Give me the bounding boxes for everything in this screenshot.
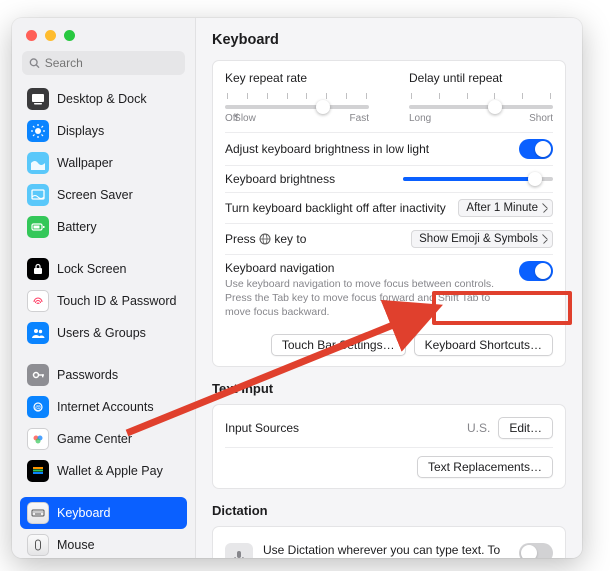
sidebar-item-lock-screen[interactable]: Lock Screen: [20, 253, 187, 285]
globe-key-select[interactable]: Show Emoji & Symbols: [411, 230, 553, 248]
globe-icon: [259, 233, 271, 245]
text-replacements-button[interactable]: Text Replacements…: [417, 456, 553, 478]
desktop-dock-icon: [27, 88, 49, 110]
maximize-button[interactable]: [64, 30, 75, 41]
dictation-toggle[interactable]: [519, 543, 553, 558]
text-input-card: Input Sources U.S. Edit… Text Replacemen…: [212, 404, 566, 489]
keyboard-icon: [27, 502, 49, 524]
internet-accounts-icon: @: [27, 396, 49, 418]
search-field[interactable]: [22, 51, 185, 75]
page-title: Keyboard: [212, 32, 566, 48]
sidebar-item-label: Game Center: [57, 432, 132, 446]
sidebar-item-label: Wallpaper: [57, 156, 113, 170]
sidebar-item-label: Wallet & Apple Pay: [57, 464, 163, 478]
screen-saver-icon: [27, 184, 49, 206]
delay-until-repeat-label: Delay until repeat: [409, 71, 553, 85]
sidebar-item-label: Mouse: [57, 538, 95, 552]
minimize-button[interactable]: [45, 30, 56, 41]
window-controls: [12, 18, 195, 51]
globe-key-label: Press key to: [225, 232, 306, 246]
sidebar-item-label: Battery: [57, 220, 97, 234]
wallpaper-icon: [27, 152, 49, 174]
sidebar-item-users-groups[interactable]: Users & Groups: [20, 317, 187, 349]
delay-until-repeat-group: Delay until repeat Long Short: [409, 71, 553, 124]
slider-tick-slow: Slow: [234, 113, 256, 124]
main-content[interactable]: Keyboard Key repeat rate Off Slow: [196, 18, 582, 558]
slider-tick-long: Long: [409, 113, 431, 124]
keyboard-brightness-slider[interactable]: [403, 177, 553, 181]
sidebar-item-game-center[interactable]: Game Center: [20, 423, 187, 455]
close-button[interactable]: [26, 30, 37, 41]
users-icon: [27, 322, 49, 344]
sidebar-item-label: Touch ID & Password: [57, 294, 177, 308]
sidebar-item-label: Internet Accounts: [57, 400, 154, 414]
sidebar-item-battery[interactable]: Battery: [20, 211, 187, 243]
svg-text:@: @: [35, 406, 41, 412]
input-sources-label: Input Sources: [225, 421, 299, 435]
backlight-off-label: Turn keyboard backlight off after inacti…: [225, 201, 446, 215]
keyboard-shortcuts-button[interactable]: Keyboard Shortcuts…: [414, 334, 553, 356]
delay-until-repeat-slider[interactable]: [409, 105, 553, 109]
microphone-icon: [225, 543, 253, 558]
input-sources-value: U.S.: [467, 421, 490, 435]
sidebar: Desktop & Dock Displays Wallpaper Screen…: [12, 18, 196, 558]
sidebar-item-desktop-dock[interactable]: Desktop & Dock: [20, 83, 187, 115]
sidebar-item-mouse[interactable]: Mouse: [20, 529, 187, 558]
sidebar-item-label: Displays: [57, 124, 104, 138]
sidebar-item-displays[interactable]: Displays: [20, 115, 187, 147]
sidebar-item-wallpaper[interactable]: Wallpaper: [20, 147, 187, 179]
auto-brightness-toggle[interactable]: [519, 139, 553, 159]
sidebar-item-label: Screen Saver: [57, 188, 133, 202]
slider-tick-fast: Fast: [350, 113, 369, 124]
mouse-icon: [27, 534, 49, 556]
keyboard-nav-label: Keyboard navigation: [225, 261, 499, 275]
sidebar-item-passwords[interactable]: Passwords: [20, 359, 187, 391]
slider-tick-short: Short: [529, 113, 553, 124]
key-repeat-rate-group: Key repeat rate Off Slow Fast: [225, 71, 369, 124]
lock-screen-icon: [27, 258, 49, 280]
sidebar-item-screen-saver[interactable]: Screen Saver: [20, 179, 187, 211]
backlight-off-select[interactable]: After 1 Minute: [458, 199, 553, 217]
touch-bar-settings-button[interactable]: Touch Bar Settings…: [271, 334, 406, 356]
key-repeat-rate-label: Key repeat rate: [225, 71, 369, 85]
passwords-icon: [27, 364, 49, 386]
auto-brightness-label: Adjust keyboard brightness in low light: [225, 142, 429, 156]
search-input[interactable]: [45, 56, 178, 70]
dictation-card: Use Dictation wherever you can type text…: [212, 526, 566, 558]
dictation-description: Use Dictation wherever you can type text…: [263, 543, 509, 558]
sidebar-item-label: Keyboard: [57, 506, 111, 520]
game-center-icon: [27, 428, 49, 450]
touch-id-icon: [27, 290, 49, 312]
dictation-heading: Dictation: [212, 503, 566, 518]
keyboard-settings-card: Key repeat rate Off Slow Fast D: [212, 60, 566, 367]
key-repeat-rate-slider[interactable]: [225, 105, 369, 109]
text-input-heading: Text Input: [212, 381, 566, 396]
sidebar-item-internet-accounts[interactable]: @ Internet Accounts: [20, 391, 187, 423]
sidebar-item-wallet[interactable]: Wallet & Apple Pay: [20, 455, 187, 487]
keyboard-nav-toggle[interactable]: [519, 261, 553, 281]
system-settings-window: Desktop & Dock Displays Wallpaper Screen…: [12, 18, 582, 558]
displays-icon: [27, 120, 49, 142]
sidebar-item-touch-id[interactable]: Touch ID & Password: [20, 285, 187, 317]
sidebar-item-keyboard[interactable]: Keyboard: [20, 497, 187, 529]
search-icon: [29, 57, 40, 69]
battery-icon: [27, 216, 49, 238]
sidebar-item-label: Users & Groups: [57, 326, 146, 340]
wallet-icon: [27, 460, 49, 482]
sidebar-list[interactable]: Desktop & Dock Displays Wallpaper Screen…: [12, 83, 195, 558]
keyboard-brightness-label: Keyboard brightness: [225, 172, 335, 186]
sidebar-item-label: Passwords: [57, 368, 118, 382]
keyboard-nav-description: Use keyboard navigation to move focus be…: [225, 277, 499, 320]
edit-input-sources-button[interactable]: Edit…: [498, 417, 553, 439]
sidebar-item-label: Lock Screen: [57, 262, 126, 276]
sidebar-item-label: Desktop & Dock: [57, 92, 147, 106]
